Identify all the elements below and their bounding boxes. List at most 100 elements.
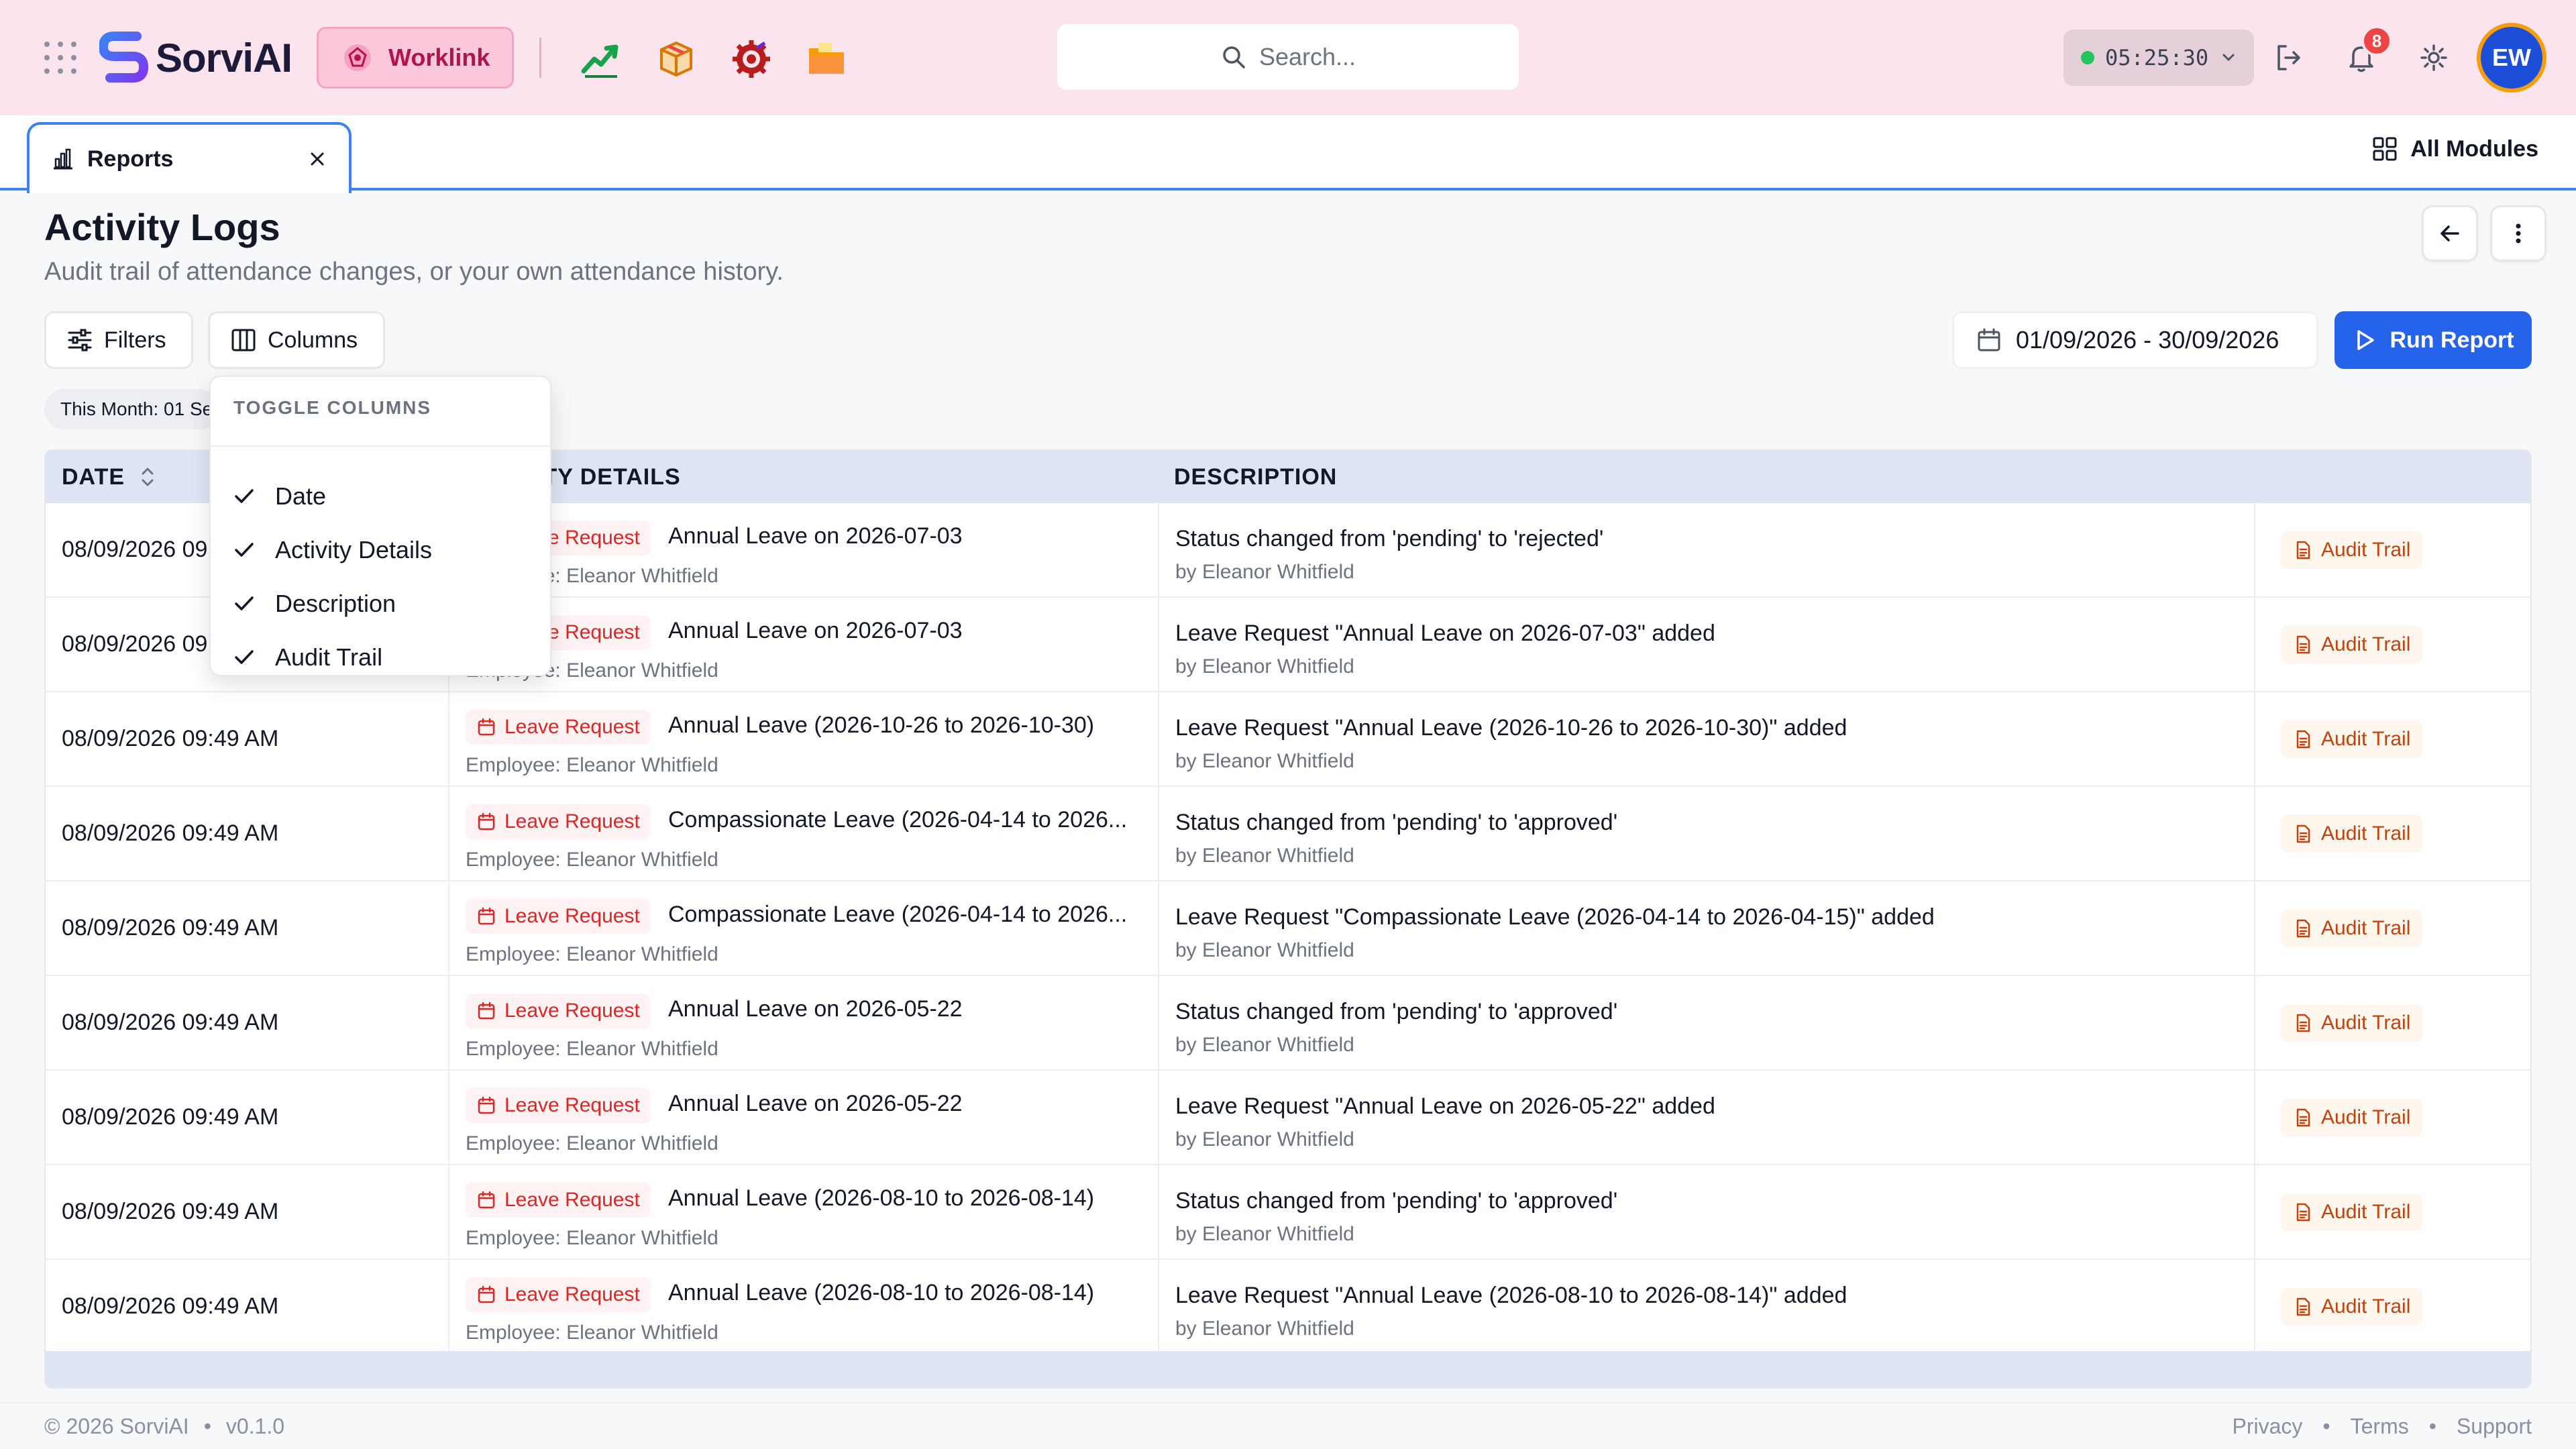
toggle-column-activity-details[interactable]: Activity Details <box>211 523 550 577</box>
worklink-icon <box>344 44 371 71</box>
document-icon <box>2296 635 2310 654</box>
activity-type-label: Leave Request <box>504 716 640 738</box>
leave-request-badge: Leave Request <box>466 899 651 934</box>
description-author: by Eleanor Whitfield <box>1175 939 1354 961</box>
footer-links: Privacy • Terms • Support <box>2233 1414 2532 1439</box>
notification-count-badge: 8 <box>2361 25 2392 56</box>
audit-trail-button[interactable]: Audit Trail <box>2281 1288 2423 1326</box>
tab-reports[interactable]: Reports <box>27 122 352 193</box>
search-input[interactable]: Search... <box>1057 24 1519 90</box>
audit-trail-button[interactable]: Audit Trail <box>2281 1004 2423 1042</box>
activity-title: Annual Leave on 2026-07-03 <box>668 523 963 549</box>
logout-button[interactable] <box>2270 39 2308 76</box>
audit-trail-button[interactable]: Audit Trail <box>2281 815 2423 853</box>
timer-status-dot <box>2081 51 2094 64</box>
app-logo[interactable]: SorviAI <box>99 31 292 85</box>
row-date: 08/09/2026 09:49 AM <box>62 1293 279 1319</box>
description-text: Leave Request "Annual Leave on 2026-07-0… <box>1175 621 1715 646</box>
table-row: 08/09/2026 09:49 AM Leave Request Annual L… <box>46 692 2530 787</box>
toggle-column-date[interactable]: Date <box>211 470 550 523</box>
row-date: 08/09/2026 09:49 AM <box>62 820 279 846</box>
package-icon[interactable] <box>655 38 698 80</box>
footer-link-terms[interactable]: Terms <box>2351 1414 2409 1439</box>
leave-request-badge: Leave Request <box>466 994 651 1028</box>
audit-trail-label: Audit Trail <box>2321 633 2411 655</box>
columns-button[interactable]: Columns <box>208 311 385 369</box>
row-description: Leave Request "Compassionate Leave (2026… <box>1158 881 2254 976</box>
audit-trail-button[interactable]: Audit Trail <box>2281 1099 2423 1136</box>
toggle-columns-title: TOGGLE COLUMNS <box>233 397 432 418</box>
settings-button[interactable] <box>2415 39 2453 76</box>
activity-title: Annual Leave (2026-08-10 to 2026-08-14) <box>668 1185 1095 1211</box>
audit-trail-label: Audit Trail <box>2321 1012 2411 1034</box>
active-filter-chip[interactable]: This Month: 01 Sep 2026 - 30 Sep 2026 <box>44 389 220 429</box>
filters-button[interactable]: Filters <box>44 311 193 369</box>
footer-link-support[interactable]: Support <box>2457 1414 2532 1439</box>
audit-trail-button[interactable]: Audit Trail <box>2281 910 2423 947</box>
sorviai-logo-icon <box>99 32 149 83</box>
user-avatar[interactable]: EW <box>2477 23 2546 93</box>
row-audit: Audit Trail <box>2254 692 2530 787</box>
row-description: Status changed from 'pending' to 'reject… <box>1158 503 2254 598</box>
activity-employee: Employee: Eleanor Whitfield <box>466 849 718 871</box>
description-author: by Eleanor Whitfield <box>1175 1223 1354 1245</box>
date-range-picker[interactable]: 01/09/2026 - 30/09/2026 <box>1952 311 2318 369</box>
row-description: Status changed from 'pending' to 'approv… <box>1158 787 2254 881</box>
description-author: by Eleanor Whitfield <box>1175 1034 1354 1056</box>
chart-growth-icon[interactable] <box>580 38 623 80</box>
toggle-column-audit-trail[interactable]: Audit Trail <box>211 631 550 684</box>
attendance-timer[interactable]: 05:25:30 <box>2063 30 2254 86</box>
audit-trail-button[interactable]: Audit Trail <box>2281 531 2423 569</box>
gear-icon <box>2420 44 2447 71</box>
row-activity-details: Leave Request Annual Leave (2026-08-10 to… <box>448 1260 1158 1354</box>
column-header-date[interactable]: DATE <box>62 451 157 503</box>
close-icon[interactable] <box>306 148 329 170</box>
logout-icon <box>2277 45 2300 70</box>
arrow-left-icon <box>2440 225 2459 241</box>
play-icon <box>2357 330 2375 350</box>
folder-icon[interactable] <box>805 38 848 80</box>
calendar-icon <box>478 1285 495 1303</box>
description-text: Status changed from 'pending' to 'approv… <box>1175 1188 1618 1214</box>
more-vertical-icon <box>2516 223 2521 244</box>
table-row: 08/09/2026 09:49 AM Leave Request Compassi… <box>46 881 2530 976</box>
all-modules-button[interactable]: All Modules <box>2371 136 2538 162</box>
run-report-button[interactable]: Run Report <box>2334 311 2532 369</box>
audit-trail-label: Audit Trail <box>2321 728 2411 750</box>
gear-target-icon[interactable] <box>730 38 773 80</box>
sliders-icon <box>68 329 92 352</box>
footer-link-privacy[interactable]: Privacy <box>2233 1414 2303 1439</box>
row-description: Leave Request "Annual Leave on 2026-05-2… <box>1158 1071 2254 1165</box>
activity-employee: Employee: Eleanor Whitfield <box>466 1132 718 1155</box>
row-audit: Audit Trail <box>2254 976 2530 1071</box>
modules-grid-icon <box>2373 137 2397 161</box>
description-text: Leave Request "Annual Leave (2026-08-10 … <box>1175 1283 1847 1308</box>
row-description: Status changed from 'pending' to 'approv… <box>1158 976 2254 1071</box>
sort-icon <box>142 468 154 486</box>
document-icon <box>2296 1297 2310 1316</box>
activity-employee: Employee: Eleanor Whitfield <box>466 1227 718 1249</box>
table-row: 08/09/2026 09:49 AM Leave Request Compassi… <box>46 787 2530 881</box>
check-icon <box>235 596 254 610</box>
back-button[interactable] <box>2422 205 2478 262</box>
filters-label: Filters <box>104 327 166 353</box>
row-audit: Audit Trail <box>2254 1071 2530 1165</box>
audit-trail-label: Audit Trail <box>2321 1295 2411 1318</box>
row-date: 08/09/2026 09:49 AM <box>62 1104 279 1130</box>
footer: © 2026 SorviAI • v0.1.0 Privacy • Terms … <box>0 1402 2576 1449</box>
worklink-module-button[interactable]: Worklink <box>317 27 514 89</box>
document-icon <box>2296 1108 2310 1127</box>
audit-trail-label: Audit Trail <box>2321 1106 2411 1128</box>
more-options-button[interactable] <box>2490 205 2546 262</box>
app-grid-icon[interactable] <box>44 42 76 74</box>
description-text: Status changed from 'pending' to 'approv… <box>1175 810 1618 835</box>
table-row: 08/09/2026 09:49 AM Leave Request Annual L… <box>46 1260 2530 1354</box>
audit-trail-button[interactable]: Audit Trail <box>2281 626 2423 663</box>
audit-trail-button[interactable]: Audit Trail <box>2281 720 2423 758</box>
toggle-column-description[interactable]: Description <box>211 577 550 631</box>
description-author: by Eleanor Whitfield <box>1175 1318 1354 1340</box>
activity-employee: Employee: Eleanor Whitfield <box>466 943 718 965</box>
audit-trail-button[interactable]: Audit Trail <box>2281 1193 2423 1231</box>
row-description: Status changed from 'pending' to 'approv… <box>1158 1165 2254 1260</box>
row-description: Leave Request "Annual Leave (2026-08-10 … <box>1158 1260 2254 1354</box>
